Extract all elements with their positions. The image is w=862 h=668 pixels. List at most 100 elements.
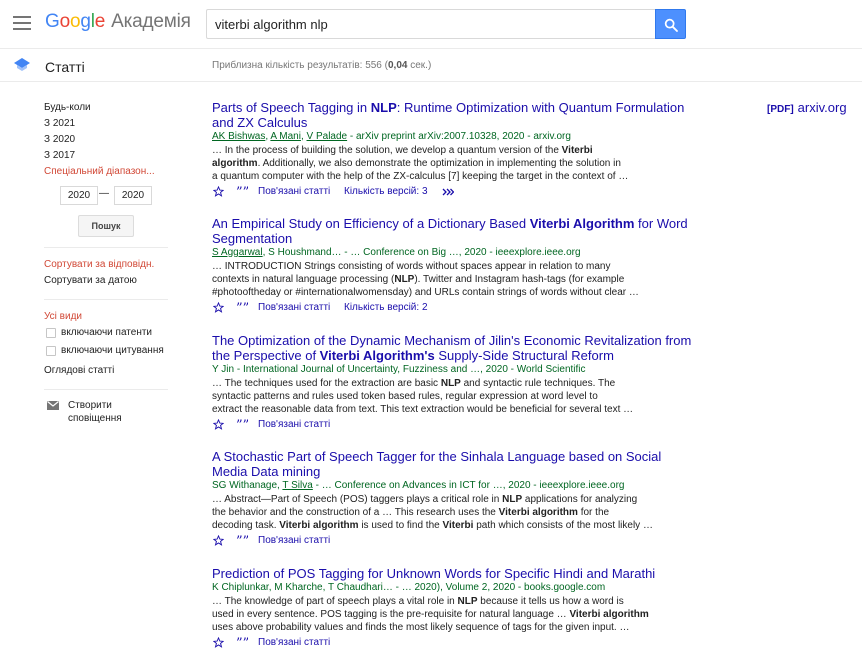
related-articles-link[interactable]: Пов'язані статті	[258, 636, 330, 650]
sort-by-relevance[interactable]: Сортувати за відповідн.	[44, 257, 168, 273]
filter-since-2017[interactable]: З 2017	[44, 148, 168, 164]
snippet-text: contexts in natural language processing …	[212, 274, 395, 285]
create-alert-link[interactable]: Створити сповіщення	[44, 399, 168, 425]
snippet-line: #photooftheday or #internationalwomensda…	[212, 287, 639, 298]
snippet-text: path which consists of the most likely …	[473, 520, 653, 531]
snippet-highlight: algorithm	[212, 158, 258, 169]
related-articles-link[interactable]: Пов'язані статті	[258, 185, 330, 199]
logo-letter: e	[94, 11, 106, 32]
cite-icon[interactable]: ””	[236, 535, 248, 545]
filter-custom-range[interactable]: Спеціальний діапазон...	[44, 164, 168, 180]
snippet-line: … Abstract—Part of Speech (POS) taggers …	[212, 493, 692, 506]
date-to-input[interactable]	[114, 186, 152, 205]
snippet-text: the behavior and the construction of a ……	[212, 507, 499, 518]
result-source: - … Conference on Advances in ICT for …,…	[312, 480, 625, 491]
svg-text:””: ””	[236, 419, 248, 429]
snippet-highlight: NLP	[502, 494, 523, 505]
snippet-line: extract the reasonable data from text. T…	[212, 404, 634, 415]
pdf-site: arxiv.org	[797, 100, 847, 115]
logo-letter: o	[59, 11, 71, 32]
results-count-suffix: сек.)	[407, 60, 432, 71]
result-title-link[interactable]: An Empirical Study on Efficiency of a Di…	[212, 216, 692, 246]
star-icon[interactable]	[213, 419, 224, 430]
result-item: An Empirical Study on Efficiency of a Di…	[212, 216, 692, 333]
snippet-text: . Additionally, we also demonstrate the …	[257, 158, 621, 169]
subheader: Статті Приблизна кількість результатів: …	[0, 48, 862, 82]
snippet-highlight: Viterbi	[561, 145, 593, 156]
include-citations-option[interactable]: включаючи цитування	[44, 345, 168, 357]
result-title-link[interactable]: The Optimization of the Dynamic Mechanis…	[212, 333, 692, 363]
double-chevron-icon[interactable]	[442, 188, 454, 196]
svg-text:””: ””	[236, 186, 248, 196]
all-versions-link[interactable]: Кількість версій: 3	[344, 185, 428, 199]
search-icon	[664, 18, 678, 32]
all-versions-link[interactable]: Кількість версій: 2	[344, 301, 428, 315]
cite-icon[interactable]: ””	[236, 186, 248, 196]
related-articles-link[interactable]: Пов'язані статті	[258, 534, 330, 548]
star-icon[interactable]	[213, 302, 224, 313]
result-item: Parts of Speech Tagging in NLP: Runtime …	[212, 100, 692, 216]
cite-icon[interactable]: ””	[236, 419, 248, 429]
snippet-line: algorithm. Additionally, we also demonst…	[212, 157, 692, 170]
create-alert-label: Створити сповіщення	[68, 400, 122, 424]
result-item: Prediction of POS Tagging for Unknown Wo…	[212, 566, 692, 652]
cite-icon[interactable]: ””	[236, 302, 248, 312]
checkbox[interactable]	[46, 328, 56, 338]
snippet-highlight: NLP	[440, 378, 461, 389]
result-item: The Optimization of the Dynamic Mechanis…	[212, 333, 692, 449]
snippet-line: syntactic patterns and rules used token …	[212, 391, 598, 402]
snippet-text: and syntactic rule techniques. The	[460, 378, 616, 389]
cite-icon[interactable]: ””	[236, 637, 248, 647]
sort-by-date[interactable]: Сортувати за датою	[44, 273, 168, 289]
author-link[interactable]: A Mani	[270, 131, 301, 142]
title-highlight: NLP	[370, 100, 397, 115]
snippet-line: a quantum computer with the help of the …	[212, 171, 629, 182]
snippet-line: … The knowledge of part of speech plays …	[212, 595, 692, 608]
menu-icon[interactable]	[13, 16, 31, 30]
result-title-link[interactable]: Parts of Speech Tagging in NLP: Runtime …	[212, 100, 692, 130]
result-title-link[interactable]: A Stochastic Part of Speech Tagger for t…	[212, 449, 692, 479]
search-input[interactable]	[206, 9, 655, 39]
results-count: Приблизна кількість результатів: 556 (0,…	[212, 60, 431, 71]
result-actions: ”” Пов'язані статті Кількість версій: 2	[212, 301, 692, 317]
author-link[interactable]: T Silva	[282, 480, 312, 491]
snippet-text: decoding task.	[212, 520, 280, 531]
snippet-line: … The techniques used for the extraction…	[212, 377, 692, 390]
pdf-link[interactable]: [PDF] arxiv.org	[767, 100, 847, 115]
search-button[interactable]	[655, 9, 686, 39]
author-link[interactable]: S Aggarwal	[212, 247, 263, 258]
date-separator: —	[99, 188, 109, 199]
logo-letter: G	[45, 11, 60, 32]
logo-letter: g	[80, 11, 91, 32]
result-item: A Stochastic Part of Speech Tagger for t…	[212, 449, 692, 566]
related-articles-link[interactable]: Пов'язані статті	[258, 301, 330, 315]
snippet-text: … The knowledge of part of speech plays …	[212, 596, 458, 607]
result-snippet: … In the process of building the solutio…	[212, 144, 692, 183]
snippet-line: the behavior and the construction of a ……	[212, 506, 692, 519]
snippet-line: … INTRODUCTION Strings consisting of wor…	[212, 261, 611, 272]
author-link[interactable]: V Palade	[307, 131, 348, 142]
divider	[44, 247, 168, 248]
filter-since-2021[interactable]: З 2021	[44, 116, 168, 132]
result-title-link[interactable]: Prediction of POS Tagging for Unknown Wo…	[212, 566, 692, 581]
filter-review-articles[interactable]: Оглядові статті	[44, 363, 168, 379]
result-snippet: … The techniques used for the extraction…	[212, 377, 692, 416]
filter-since-2020[interactable]: З 2020	[44, 132, 168, 148]
filter-all-types[interactable]: Усі види	[44, 309, 168, 325]
star-icon[interactable]	[213, 186, 224, 197]
page-title: Статті	[45, 59, 85, 75]
checkbox[interactable]	[46, 346, 56, 356]
svg-text:””: ””	[236, 535, 248, 545]
star-icon[interactable]	[213, 535, 224, 546]
snippet-line: uses above probability values and finds …	[212, 622, 630, 633]
snippet-text: used in every sentence. POS tagging is t…	[212, 609, 570, 620]
google-scholar-logo[interactable]: Google Академія	[45, 11, 191, 33]
filter-any-time[interactable]: Будь-коли	[44, 100, 168, 116]
include-patents-option[interactable]: включаючи патенти	[44, 327, 168, 339]
star-icon[interactable]	[213, 637, 224, 648]
author-link[interactable]: AK Bishwas	[212, 131, 265, 142]
date-from-input[interactable]	[60, 186, 98, 205]
snippet-highlight: Viterbi algorithm	[569, 609, 649, 620]
date-search-button[interactable]: Пошук	[78, 215, 134, 237]
related-articles-link[interactable]: Пов'язані статті	[258, 418, 330, 432]
